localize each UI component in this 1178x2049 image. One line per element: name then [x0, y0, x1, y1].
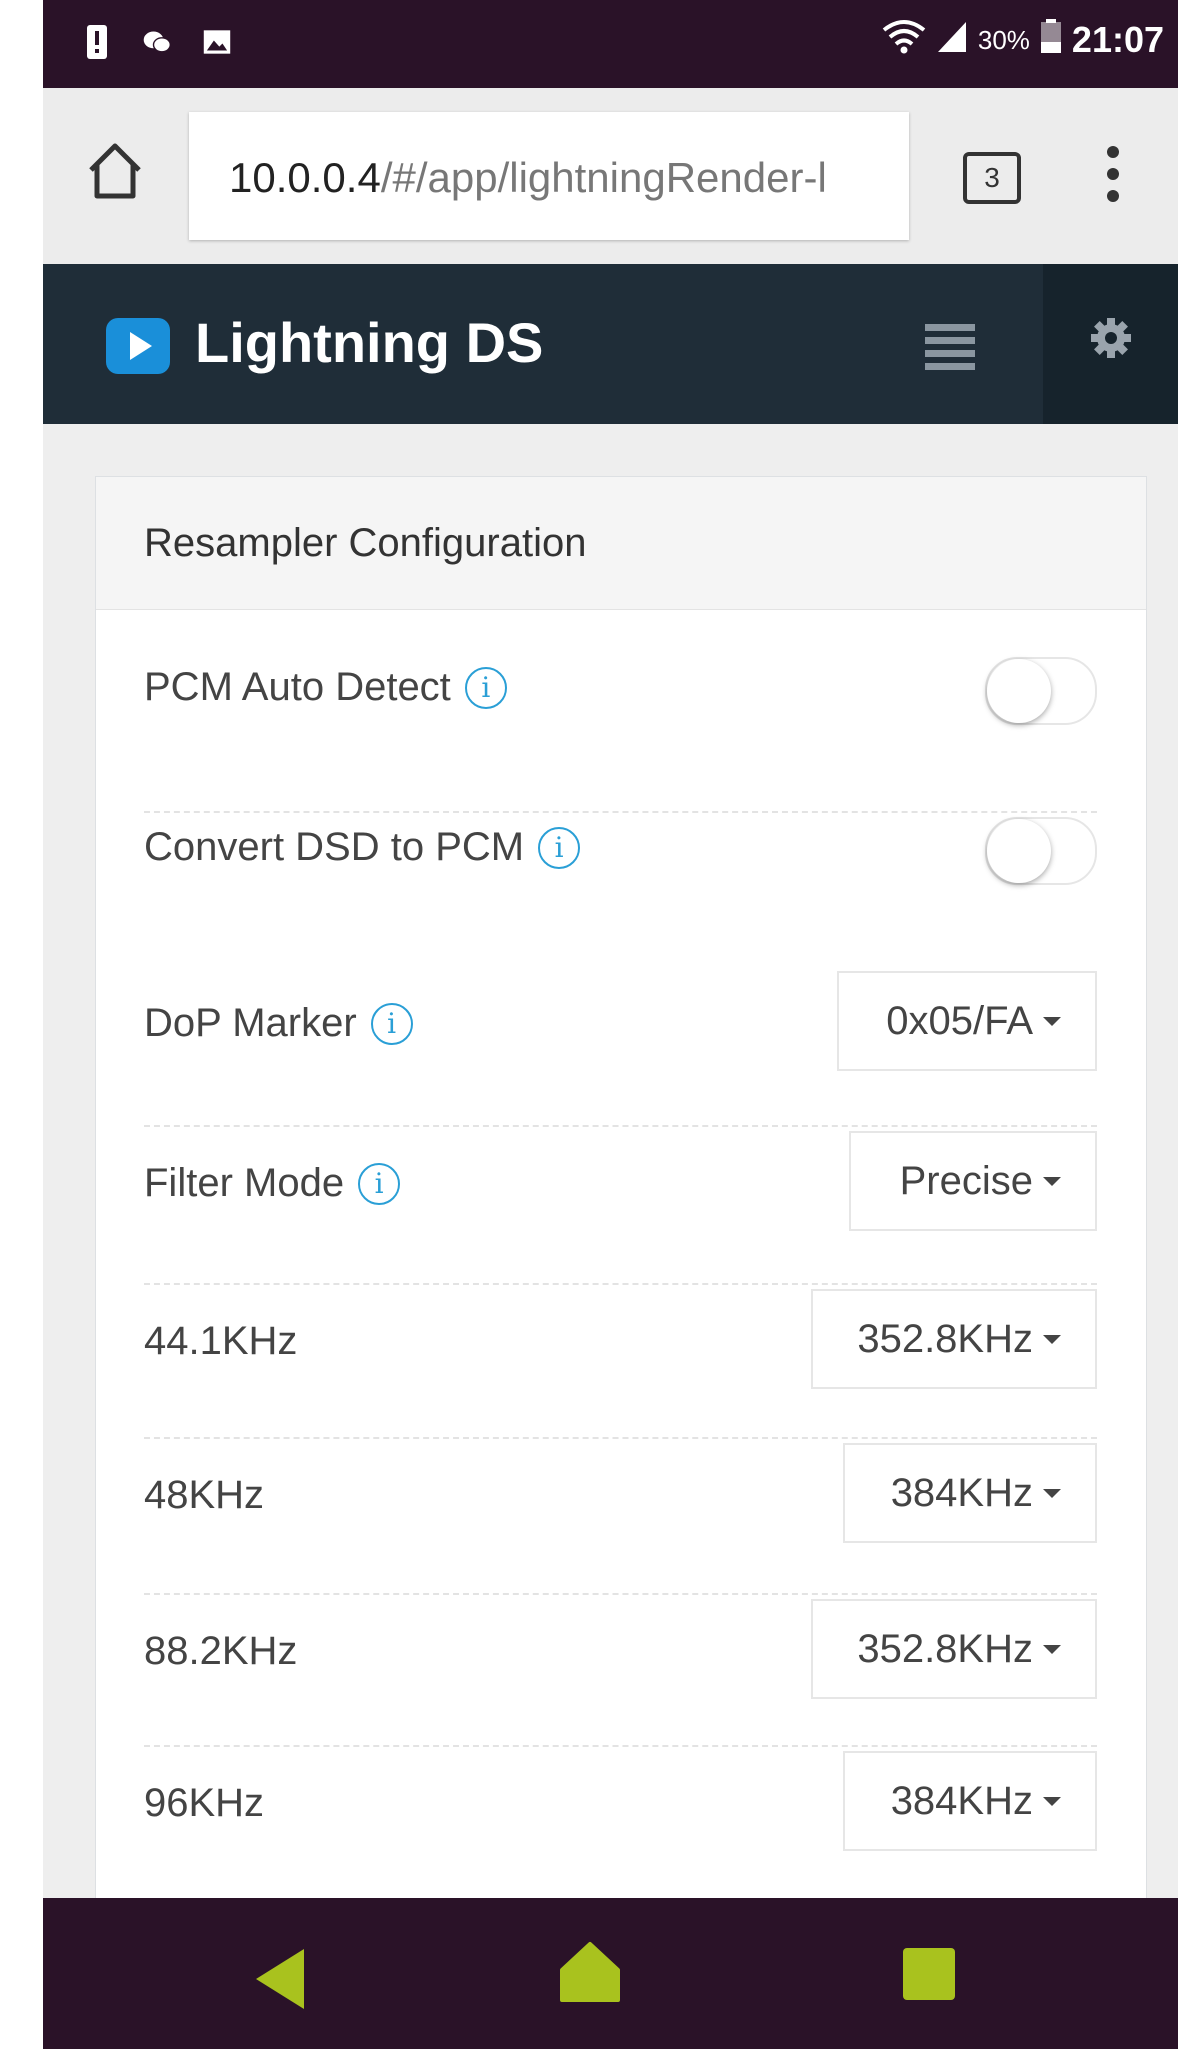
info-icon[interactable]: i — [538, 826, 581, 869]
image-icon — [203, 22, 231, 62]
divider — [144, 811, 1097, 813]
browser-home-icon[interactable] — [83, 138, 147, 202]
pcm-auto-detect-row: PCM Auto Detect i — [144, 657, 1097, 725]
alert-icon — [83, 22, 111, 62]
rate-88-2-label: 88.2KHz — [144, 1629, 298, 1673]
gear-icon — [1091, 318, 1131, 358]
tab-switcher-button[interactable]: 3 — [963, 152, 1021, 204]
battery-icon — [1040, 18, 1062, 62]
clock: 21:07 — [1071, 19, 1164, 60]
card-title: Resampler Configuration — [144, 521, 587, 565]
rate-44-1-label: 44.1KHz — [144, 1319, 298, 1363]
back-icon[interactable] — [256, 1949, 304, 2009]
pcm-auto-detect-toggle[interactable] — [985, 657, 1097, 725]
caret-down-icon — [1043, 1176, 1061, 1186]
dop-marker-row: DoP Marker i 0x05/FA — [144, 971, 1097, 1075]
rate-44-1-select[interactable]: 352.8KHz — [811, 1289, 1097, 1389]
filter-mode-row: Filter Mode i Precise — [144, 1131, 1097, 1235]
rate-96-select[interactable]: 384KHz — [843, 1751, 1097, 1851]
info-icon[interactable]: i — [370, 1002, 413, 1045]
convert-dsd-toggle[interactable] — [985, 817, 1097, 885]
overflow-menu-icon[interactable] — [1105, 146, 1121, 206]
battery-percent: 30% — [977, 24, 1030, 55]
system-nav-bar — [43, 1898, 1178, 2049]
info-icon[interactable]: i — [464, 666, 507, 709]
rate-96-label: 96KHz — [144, 1781, 265, 1825]
divider — [144, 1125, 1097, 1127]
caret-down-icon — [1043, 1334, 1061, 1344]
pcm-auto-detect-label: PCM Auto Detect — [144, 665, 451, 709]
app-header: Lightning DS — [43, 264, 1178, 424]
wifi-icon — [882, 18, 926, 62]
rate-48-select[interactable]: 384KHz — [843, 1443, 1097, 1543]
settings-button[interactable] — [1043, 264, 1178, 424]
play-logo-icon — [106, 318, 170, 374]
wechat-icon — [143, 22, 171, 62]
caret-down-icon — [1043, 1644, 1061, 1654]
address-bar[interactable]: 10.0.0.4/#/app/lightningRender-l — [189, 112, 909, 240]
rate-88-2-select[interactable]: 352.8KHz — [811, 1599, 1097, 1699]
rate-48-label: 48KHz — [144, 1473, 265, 1517]
divider — [144, 1437, 1097, 1439]
convert-dsd-row: Convert DSD to PCM i — [144, 817, 1097, 885]
signal-icon — [936, 18, 968, 62]
rate-48-row: 48KHz 384KHz — [144, 1443, 1097, 1547]
card-header: Resampler Configuration — [96, 477, 1146, 610]
home-icon[interactable] — [558, 1940, 622, 2004]
status-bar: 30% 21:07 — [43, 0, 1178, 88]
filter-mode-label: Filter Mode — [144, 1161, 345, 1205]
info-icon[interactable]: i — [358, 1162, 401, 1205]
caret-down-icon — [1043, 1016, 1061, 1026]
dop-marker-label: DoP Marker — [144, 1001, 357, 1045]
divider — [144, 1283, 1097, 1285]
rate-44-1-row: 44.1KHz 352.8KHz — [144, 1289, 1097, 1393]
rate-96-row: 96KHz 384KHz — [144, 1751, 1097, 1855]
recent-apps-icon[interactable] — [903, 1948, 955, 2000]
phone-screen: 30% 21:07 10.0.0.4/#/app/lightningRender… — [43, 0, 1178, 2049]
rate-88-2-row: 88.2KHz 352.8KHz — [144, 1599, 1097, 1703]
url-text: 10.0.0.4/#/app/lightningRender-l — [229, 154, 889, 202]
hamburger-menu-icon[interactable] — [925, 324, 975, 370]
convert-dsd-label: Convert DSD to PCM — [144, 825, 525, 869]
url-path: /#/app/lightningRender-l — [380, 154, 827, 201]
caret-down-icon — [1043, 1488, 1061, 1498]
filter-mode-select[interactable]: Precise — [849, 1131, 1097, 1231]
dop-marker-select[interactable]: 0x05/FA — [837, 971, 1097, 1071]
app-title: Lightning DS — [195, 311, 544, 374]
caret-down-icon — [1043, 1796, 1061, 1806]
browser-toolbar: 10.0.0.4/#/app/lightningRender-l 3 — [43, 88, 1178, 264]
divider — [144, 1745, 1097, 1747]
divider — [144, 1593, 1097, 1595]
resampler-config-card: Resampler Configuration PCM Auto Detect … — [95, 476, 1147, 1978]
url-host: 10.0.0.4 — [229, 154, 381, 201]
